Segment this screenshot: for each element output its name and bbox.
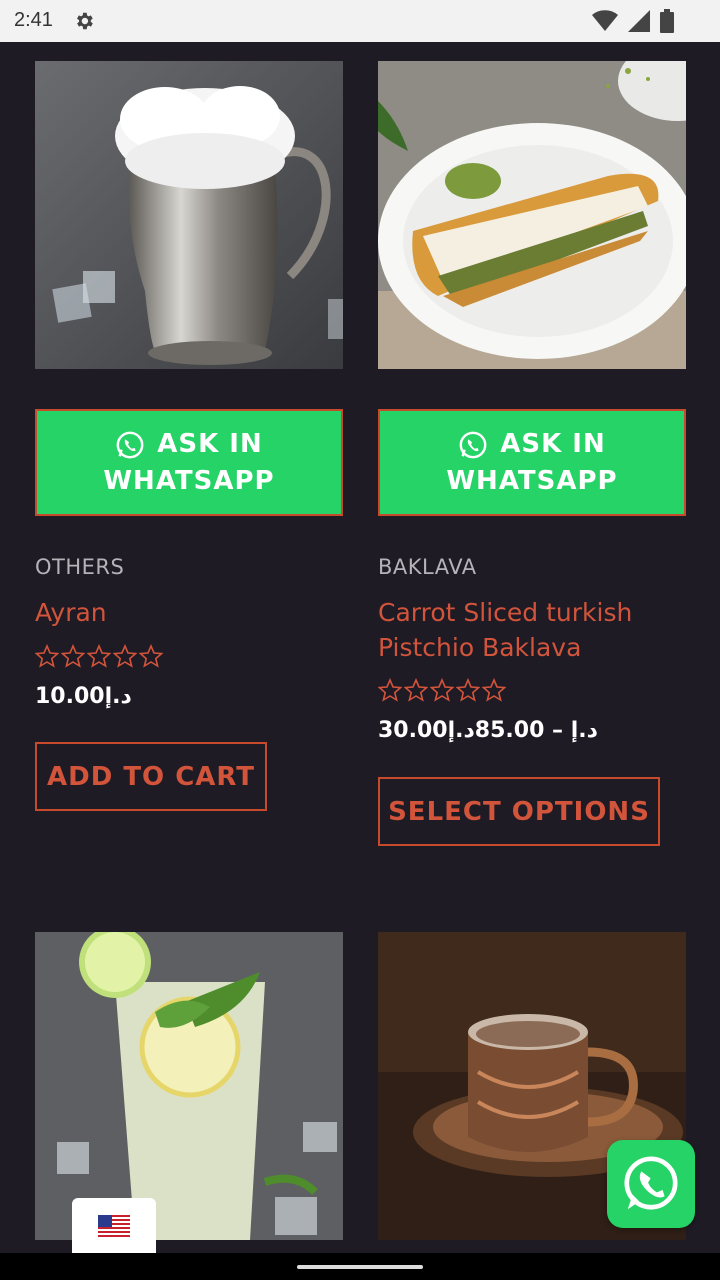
product-price: 30.00د.إ – 85.00د.إ <box>378 718 598 743</box>
product-title-link[interactable]: Ayran <box>35 595 107 630</box>
select-options-button[interactable]: SELECT OPTIONS <box>378 777 660 846</box>
product-title-line1: Ayran <box>35 598 107 627</box>
whatsapp-label-line2: WHATSAPP <box>103 466 275 496</box>
product-title-line1: Carrot Sliced turkish <box>378 598 633 627</box>
ayran-jug-image[interactable] <box>35 61 343 369</box>
whatsapp-ask-button-ayran[interactable]: ASK IN WHATSAPP <box>35 409 343 516</box>
signal-icon <box>628 10 650 32</box>
wifi-icon <box>592 10 618 31</box>
star-outline-icon <box>482 678 506 702</box>
whatsapp-label-line2: WHATSAPP <box>446 466 618 496</box>
home-gesture-handle[interactable] <box>297 1265 423 1269</box>
whatsapp-ask-button-baklava[interactable]: ASK IN WHATSAPP <box>378 409 686 516</box>
status-bar: 2:41 <box>0 0 720 42</box>
product-category: BAKLAVA <box>378 555 477 579</box>
product-title-line2: Pistchio Baklava <box>378 633 582 662</box>
whatsapp-icon <box>624 1156 678 1210</box>
product-title-link[interactable]: Carrot Sliced turkish Pistchio Baklava <box>378 595 632 665</box>
star-outline-icon <box>378 678 402 702</box>
product-price: 10.00د.إ <box>35 684 132 709</box>
us-flag-icon <box>98 1214 130 1237</box>
star-outline-icon <box>404 678 428 702</box>
star-outline-icon <box>456 678 480 702</box>
whatsapp-icon <box>116 431 144 458</box>
gear-icon <box>77 12 93 30</box>
star-outline-icon <box>87 644 111 668</box>
whatsapp-label-line1: ASK IN <box>500 429 606 459</box>
add-to-cart-button[interactable]: ADD TO CART <box>35 742 267 811</box>
whatsapp-label-line1: ASK IN <box>157 429 263 459</box>
status-time: 2:41 <box>14 9 53 31</box>
product-card-ayran <box>35 61 343 369</box>
star-outline-icon <box>113 644 137 668</box>
star-outline-icon <box>61 644 85 668</box>
star-outline-icon <box>139 644 163 668</box>
star-outline-icon <box>35 644 59 668</box>
floating-whatsapp-button[interactable] <box>607 1140 695 1228</box>
rating-stars <box>378 678 506 702</box>
baklava-plate-image[interactable] <box>378 61 686 369</box>
product-category: OTHERS <box>35 555 125 579</box>
product-card-baklava <box>378 61 686 369</box>
lemonade-glass-image[interactable] <box>35 932 343 1240</box>
product-card-lemonade <box>35 932 343 1240</box>
battery-icon <box>660 9 674 33</box>
language-switcher[interactable] <box>72 1198 156 1253</box>
system-navigation-bar <box>0 1253 720 1280</box>
star-outline-icon <box>430 678 454 702</box>
rating-stars <box>35 644 163 668</box>
whatsapp-icon <box>459 431 487 458</box>
